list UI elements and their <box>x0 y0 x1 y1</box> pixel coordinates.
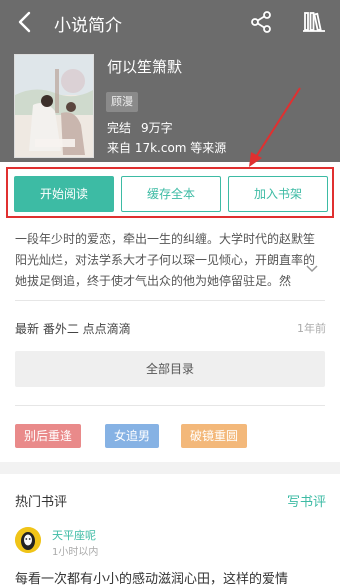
bookshelf-icon[interactable] <box>302 10 326 34</box>
top-bar: 小说简介 <box>0 0 340 44</box>
expand-chevron-icon[interactable] <box>305 264 319 274</box>
description-line: 阳光灿烂，对法学系大才子何以琛一见倾心，开朗直率的 <box>15 253 316 267</box>
book-cover-image[interactable] <box>14 54 94 158</box>
section-separator <box>0 462 340 474</box>
divider <box>15 300 325 301</box>
highlight-annotation-box <box>6 167 334 218</box>
book-status: 完结 9万字 <box>107 119 173 136</box>
tag-chip[interactable]: 女追男 <box>105 424 160 448</box>
divider <box>15 405 325 406</box>
write-review-button[interactable]: 写书评 <box>287 491 326 510</box>
book-title: 何以笙箫默 <box>107 58 183 76</box>
word-count: 9万字 <box>141 121 173 135</box>
review-time: 1小时以内 <box>52 547 99 558</box>
reviewer-name[interactable]: 天平座呢 <box>52 527 96 543</box>
completion-status: 完结 <box>107 121 132 135</box>
tag-chip[interactable]: 别后重逢 <box>15 424 82 448</box>
full-catalog-button[interactable]: 全部目录 <box>15 351 325 387</box>
tag-chip[interactable]: 破镜重圆 <box>181 424 248 448</box>
share-icon[interactable] <box>249 10 273 34</box>
hot-reviews-title: 热门书评 <box>15 495 68 510</box>
latest-chapter-time: 1年前 <box>297 322 326 335</box>
author-tag[interactable]: 顾漫 <box>106 92 138 112</box>
latest-chapter[interactable]: 最新 番外二 点点滴滴 <box>15 320 131 337</box>
book-source[interactable]: 来自 17k.com 等来源 <box>107 139 226 156</box>
description-line: 她拔足倒追，终于使才气出众的他为她停留驻足。然 <box>15 274 292 288</box>
review-text[interactable]: 每看一次都有小小的感动滋润心田，这样的爱情 <box>15 568 288 586</box>
page-title: 小说简介 <box>54 16 122 36</box>
book-description[interactable]: 一段年少时的爱恋，牵出一生的纠缠。大学时代的赵默笙 阳光灿烂，对法学系大才子何以… <box>15 229 325 292</box>
avatar[interactable] <box>15 527 41 553</box>
description-line: 一段年少时的爱恋，牵出一生的纠缠。大学时代的赵默笙 <box>15 232 316 246</box>
back-arrow-icon[interactable] <box>14 10 38 34</box>
